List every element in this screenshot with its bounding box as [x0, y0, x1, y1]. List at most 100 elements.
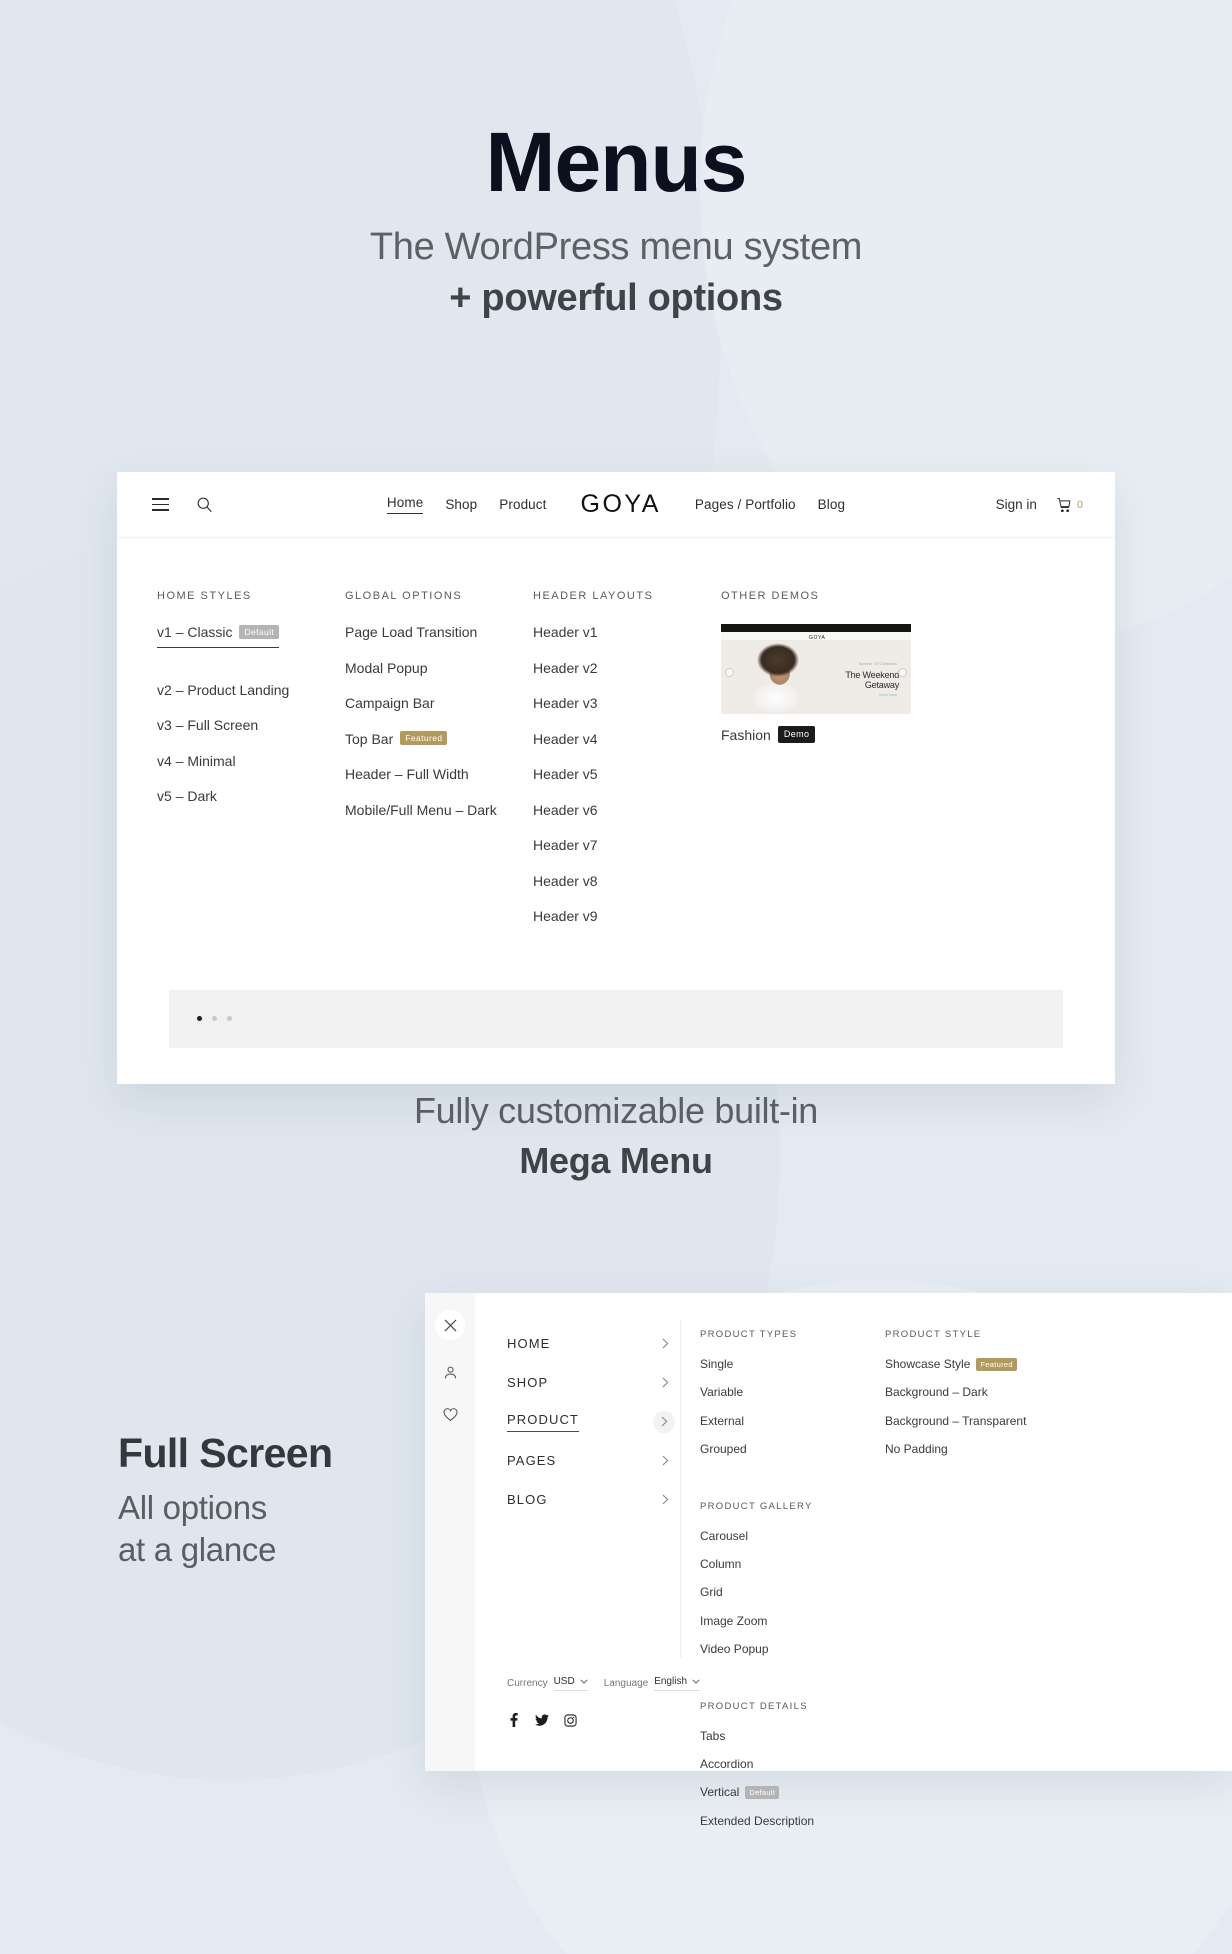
close-icon[interactable]	[435, 1310, 465, 1340]
menu-item-label: Header v1	[533, 624, 598, 640]
nav-link-blog[interactable]: Blog	[818, 497, 845, 512]
carousel-dots	[197, 1016, 232, 1021]
sidebar-item-pages[interactable]: PAGES	[507, 1446, 675, 1475]
menu-item[interactable]: v5 – Dark	[157, 788, 345, 806]
currency-current: USD	[553, 1676, 575, 1687]
menu-item-label: Tabs	[700, 1728, 726, 1743]
sign-in-link[interactable]: Sign in	[996, 497, 1037, 512]
status-badge: Default	[745, 1785, 780, 1799]
sidebar-item-label: PRODUCT	[507, 1412, 579, 1432]
hamburger-icon[interactable]	[149, 494, 171, 516]
menu-item[interactable]: Column	[700, 1557, 885, 1571]
mega-heading-line2: Mega Menu	[519, 1140, 713, 1181]
menu-item[interactable]: Header v3	[533, 695, 721, 713]
brand-logo[interactable]: GOYA	[581, 490, 661, 519]
menu-item[interactable]: Grouped	[700, 1442, 885, 1456]
menu-item[interactable]: Single	[700, 1357, 885, 1371]
menu-item[interactable]: Variable	[700, 1385, 885, 1399]
search-icon[interactable]	[193, 494, 215, 516]
demo-thumbnail[interactable]: GOYA Summer '19 Collection The Weekend Ge…	[721, 624, 911, 714]
menu-item[interactable]: No Padding	[885, 1442, 1083, 1456]
heart-icon[interactable]	[440, 1404, 460, 1424]
sidebar-item-home[interactable]: HOME	[507, 1329, 675, 1358]
menu-item-label: v4 – Minimal	[157, 752, 236, 769]
facebook-icon[interactable]	[507, 1713, 521, 1727]
menu-item-label: Column	[700, 1556, 742, 1571]
twitter-icon[interactable]	[535, 1713, 549, 1727]
cart-button[interactable]: 0	[1055, 496, 1083, 514]
currency-selector[interactable]: Currency USD	[507, 1676, 588, 1691]
caption-line2: at a glance	[118, 1531, 277, 1568]
menu-item[interactable]: Extended Description	[700, 1814, 1208, 1828]
currency-value[interactable]: USD	[553, 1676, 588, 1691]
nav-link-home[interactable]: Home	[386, 495, 424, 514]
menu-item-label: Showcase Style	[885, 1357, 971, 1371]
sidebar-item-shop[interactable]: SHOP	[507, 1368, 675, 1397]
thumb-eyebrow: Summer '19 Collection	[858, 662, 897, 666]
menu-item[interactable]: Header v8	[533, 873, 721, 891]
menu-item[interactable]: Header v2	[533, 660, 721, 678]
menu-item[interactable]: Image Zoom	[700, 1614, 885, 1628]
nav-link-pages-portfolio[interactable]: Pages / Portfolio	[695, 497, 796, 512]
menu-item[interactable]: External	[700, 1414, 885, 1428]
user-icon[interactable]	[440, 1362, 460, 1382]
carousel-dot[interactable]	[197, 1016, 202, 1021]
menu-item[interactable]: Vertical Default	[700, 1785, 1208, 1799]
column-heading: HOME STYLES	[157, 590, 252, 602]
menu-item[interactable]: v4 – Minimal	[157, 753, 345, 771]
demo-label: Fashion	[721, 727, 771, 743]
instagram-icon[interactable]	[563, 1713, 577, 1727]
menu-item[interactable]: Header v7	[533, 837, 721, 855]
chevron-right-icon	[655, 1334, 675, 1354]
nav-link-product[interactable]: Product	[499, 497, 546, 512]
menu-item-label: Modal Popup	[345, 659, 428, 676]
chevron-right-icon	[655, 1490, 675, 1510]
menu-item[interactable]: Header v9	[533, 908, 721, 926]
carousel-dot[interactable]	[212, 1016, 217, 1021]
demo-label-row[interactable]: Fashion Demo	[721, 726, 981, 745]
sidebar-item-blog[interactable]: BLOG	[507, 1485, 675, 1514]
menu-item[interactable]: Accordion	[700, 1757, 1208, 1771]
language-value[interactable]: English	[654, 1676, 701, 1691]
menu-item[interactable]: Page Load Transition	[345, 624, 533, 642]
cart-count: 0	[1076, 498, 1083, 511]
menu-item[interactable]: Showcase Style Featured	[885, 1357, 1083, 1371]
menu-item-label: Accordion	[700, 1756, 754, 1771]
menu-item-label: Header v4	[533, 730, 598, 747]
menu-item[interactable]: Video Popup	[700, 1642, 885, 1656]
menu-item-label: Carousel	[700, 1528, 749, 1543]
menu-item[interactable]: Mobile/Full Menu – Dark	[345, 802, 533, 820]
chevron-down-icon	[692, 1679, 700, 1684]
mega-column-global-options: GLOBAL OPTIONS Page Load Transition Moda…	[345, 590, 533, 944]
menu-item-label: v2 – Product Landing	[157, 681, 290, 698]
thumb-next-arrow	[898, 668, 907, 677]
nav-link-shop[interactable]: Shop	[445, 497, 477, 512]
menu-item[interactable]: Modal Popup	[345, 660, 533, 678]
menu-item[interactable]: Header v1	[533, 624, 721, 642]
menu-item[interactable]: Background – Dark	[885, 1385, 1083, 1399]
status-badge: Featured	[400, 731, 448, 746]
carousel-dot[interactable]	[227, 1016, 232, 1021]
menu-item[interactable]: Header v5	[533, 766, 721, 784]
menu-item-label: Header v6	[533, 801, 598, 818]
menu-item[interactable]: Header v4	[533, 731, 721, 749]
menu-item[interactable]: Carousel	[700, 1529, 885, 1543]
menu-item[interactable]: Tabs	[700, 1729, 1208, 1743]
menu-item[interactable]: Background – Transparent	[885, 1414, 1083, 1428]
menu-item-label: Header v3	[533, 695, 598, 711]
sidebar-item-label: SHOP	[507, 1375, 549, 1390]
sidebar-item-product[interactable]: PRODUCT	[507, 1407, 675, 1436]
thumb-title: The Weekend Getaway	[845, 670, 899, 691]
menu-item[interactable]: Grid	[700, 1585, 885, 1599]
menu-item[interactable]: v1 – Classic Default	[157, 624, 280, 648]
menu-item[interactable]: Header – Full Width	[345, 766, 533, 784]
menu-item[interactable]: Top Bar Featured	[345, 731, 533, 749]
sidebar-item-label: HOME	[507, 1336, 551, 1351]
sidebar-item-label: PAGES	[507, 1453, 557, 1468]
menu-item-label: Image Zoom	[700, 1613, 768, 1628]
menu-item[interactable]: Campaign Bar	[345, 695, 533, 713]
menu-item[interactable]: v2 – Product Landing	[157, 682, 345, 700]
menu-item[interactable]: Header v6	[533, 802, 721, 820]
menu-item[interactable]: v3 – Full Screen	[157, 717, 345, 735]
language-selector[interactable]: Language English	[604, 1676, 701, 1691]
